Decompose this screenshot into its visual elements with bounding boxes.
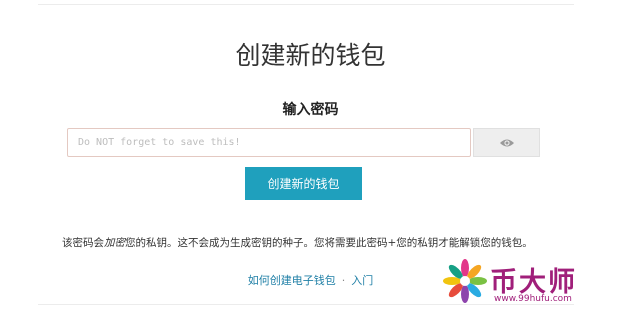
info-text: 该密码会加密您的私钥。这不会成为生成密钥的种子。您将需要此密码+您的私钥才能解锁…: [62, 235, 582, 250]
password-input[interactable]: [67, 128, 471, 157]
getting-started-link[interactable]: 入门: [351, 274, 373, 287]
info-prefix: 该密码会: [62, 237, 104, 249]
info-emphasis: 加密: [104, 237, 125, 249]
password-row: [67, 128, 540, 158]
flower-logo-icon: [443, 259, 487, 303]
toggle-visibility-button[interactable]: [473, 128, 540, 157]
watermark-url: www.99hufu.com: [494, 294, 572, 304]
link-separator: ·: [341, 274, 346, 287]
watermark: 币大师 www.99hufu.com: [440, 256, 620, 306]
password-label: 输入密码: [282, 102, 339, 118]
eye-icon: [499, 139, 514, 146]
info-suffix: 您的私钥。这不会成为生成密钥的种子。您将需要此密码+您的私钥才能解锁您的钱包。: [125, 237, 533, 249]
page-title: 创建新的钱包: [235, 41, 386, 70]
create-wallet-button[interactable]: 创建新的钱包: [245, 167, 362, 200]
top-divider: [38, 4, 574, 5]
how-to-create-wallet-link[interactable]: 如何创建电子钱包: [248, 274, 336, 287]
